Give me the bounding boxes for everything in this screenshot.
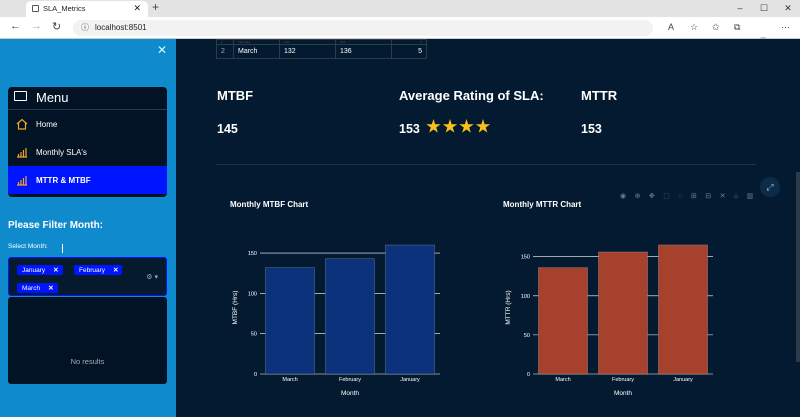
y-tick-label: 50: [251, 332, 257, 338]
bar[interactable]: [385, 244, 435, 375]
bar[interactable]: [325, 258, 375, 375]
y-tick-label: 0: [254, 372, 257, 378]
forward-icon[interactable]: →: [31, 20, 42, 32]
bar[interactable]: [658, 244, 708, 375]
chip-remove-icon[interactable]: ✕: [48, 285, 53, 292]
option-menu: Menu Home Monthly SLA's MTTR & MTBF: [8, 87, 167, 197]
menu-item-label: Monthly SLA's: [36, 148, 87, 157]
x-tick-label: January: [400, 377, 420, 383]
close-window-button[interactable]: ✕: [776, 0, 800, 17]
menu-header: Menu: [8, 87, 167, 110]
bar[interactable]: [265, 267, 315, 375]
mtbf-chart: Monthly MTBF Chart 0 50 100 150 March February…: [230, 200, 440, 397]
chip-remove-icon[interactable]: ✕: [113, 267, 118, 274]
display-icon: [14, 91, 27, 101]
page-favicon-icon: [32, 5, 39, 12]
url-text: localhost:8501: [95, 23, 147, 32]
bar[interactable]: [598, 251, 648, 375]
no-results-text: No results: [70, 357, 105, 366]
menu-item-label: Home: [36, 120, 58, 129]
y-axis-label: MTBF (Hrs): [232, 291, 239, 325]
chart-title: Monthly MTBF Chart: [230, 200, 309, 209]
menu-item-home[interactable]: Home: [8, 110, 167, 138]
x-tick-label: March: [282, 377, 297, 383]
reload-icon[interactable]: ↻: [52, 20, 61, 33]
site-info-icon[interactable]: ⓘ: [81, 22, 89, 33]
charts-area: Monthly MTBF Chart 0 50 100 150 March February…: [230, 200, 713, 397]
window-controls: – ☐ ✕: [728, 0, 800, 17]
month-multiselect[interactable]: January ✕ February ✕ March ✕ ⚙ ▾: [8, 257, 167, 296]
y-tick-label: 100: [248, 291, 257, 297]
bar-chart-icon: [17, 176, 27, 186]
menu-item-monthly-slas[interactable]: Monthly SLA's: [8, 138, 167, 166]
y-axis-label: MTTR (Hrs): [505, 290, 512, 324]
chip-remove-icon[interactable]: ✕: [53, 267, 58, 274]
bar-chart-icon: [17, 148, 27, 158]
x-axis-label: Month: [341, 390, 359, 397]
mttr-chart: Monthly MTTR Chart 0 50 100 150 March February…: [503, 200, 713, 397]
y-tick-label: 0: [527, 372, 530, 378]
month-dropdown: No results: [8, 297, 167, 384]
month-chip[interactable]: January ✕: [17, 265, 63, 275]
sidebar-close-icon[interactable]: ✕: [157, 43, 167, 57]
address-bar: ← → ↻ ⓘ localhost:8501 A ☆ ✩ ⧉ ⋯: [0, 17, 800, 49]
text-caret: [62, 244, 63, 253]
bar[interactable]: [538, 267, 588, 375]
x-axis-label: Month: [614, 390, 632, 397]
chart-title: Monthly MTTR Chart: [503, 200, 582, 209]
browser-tab[interactable]: SLA_Metrics ✕: [26, 1, 148, 17]
maximize-button[interactable]: ☐: [752, 0, 776, 17]
y-tick-label: 100: [521, 294, 530, 300]
house-icon: [16, 118, 28, 130]
minimize-button[interactable]: –: [728, 0, 752, 17]
read-aloud-icon[interactable]: A: [668, 22, 674, 32]
tab-title: SLA_Metrics: [43, 4, 86, 13]
y-tick-label: 150: [248, 251, 257, 257]
select-controls-icon[interactable]: ⚙ ▾: [146, 273, 158, 281]
browser-tab-bar: SLA_Metrics ✕ + – ☐ ✕: [0, 0, 800, 17]
select-month-label: Select Month:: [8, 243, 48, 250]
filter-heading: Please Filter Month:: [8, 220, 104, 231]
back-icon[interactable]: ←: [10, 20, 21, 32]
month-chip[interactable]: February ✕: [74, 265, 123, 275]
url-field[interactable]: ⓘ localhost:8501: [73, 20, 653, 36]
favorites-icon[interactable]: ✩: [712, 22, 720, 33]
main-scrollbar[interactable]: [796, 172, 800, 362]
new-tab-button[interactable]: +: [152, 0, 159, 14]
menu-item-label: MTTR & MTBF: [36, 176, 91, 185]
sidebar: ✕ Menu Home Monthly SLA's MTTR & MTBF Pl…: [0, 39, 176, 417]
x-tick-label: March: [555, 377, 570, 383]
collections-icon[interactable]: ⧉: [734, 22, 740, 33]
month-chip[interactable]: March ✕: [17, 283, 58, 293]
favorite-star-icon[interactable]: ☆: [690, 22, 698, 33]
y-tick-label: 150: [521, 255, 530, 261]
x-tick-label: February: [612, 377, 634, 383]
x-tick-label: February: [339, 377, 361, 383]
menu-item-mttr-mtbf[interactable]: MTTR & MTBF: [8, 166, 167, 194]
x-tick-label: January: [673, 377, 693, 383]
menu-title: Menu: [36, 90, 69, 105]
y-tick-label: 50: [524, 333, 530, 339]
more-options-icon[interactable]: ⋯: [781, 22, 790, 33]
tab-close-icon[interactable]: ✕: [133, 3, 141, 14]
